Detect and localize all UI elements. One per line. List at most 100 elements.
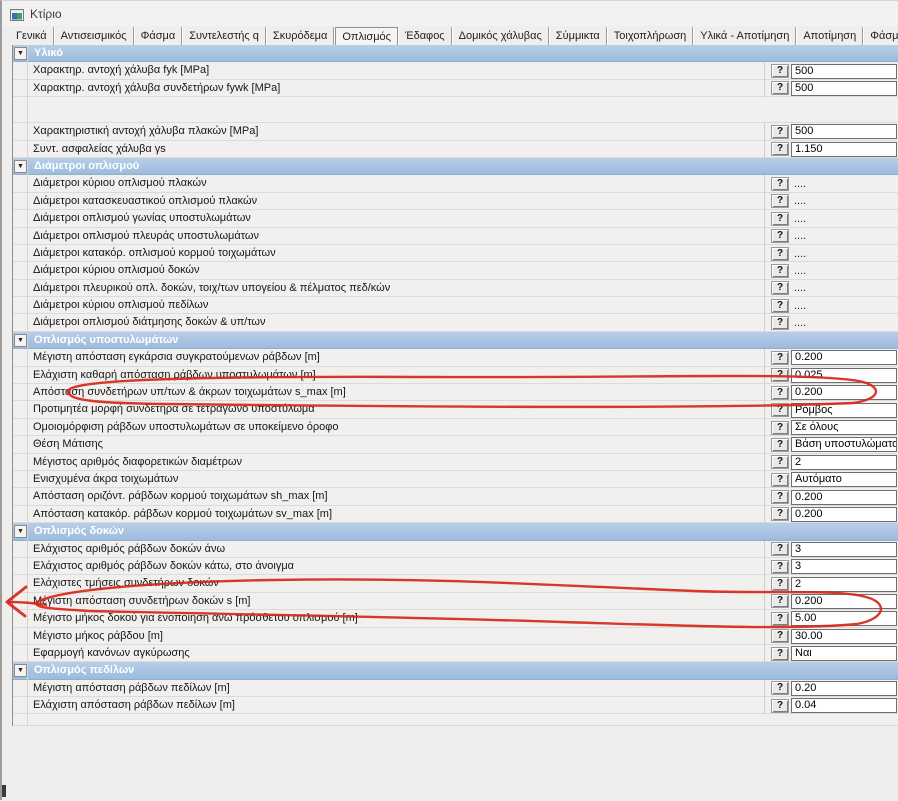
help-button[interactable]: ?	[771, 681, 789, 695]
value-input[interactable]: Ρόμβος	[791, 403, 897, 418]
value-input[interactable]: 5.00	[791, 611, 897, 626]
help-button[interactable]: ?	[771, 194, 789, 208]
help-button[interactable]: ?	[771, 264, 789, 278]
value-text[interactable]: ....	[791, 265, 806, 277]
tab-13[interactable]: Φάσμα - Αποτίμηση	[864, 27, 898, 45]
value-text[interactable]: ....	[791, 248, 806, 260]
value-input[interactable]: 0.200	[791, 385, 897, 400]
tab-8[interactable]: Δομικός χάλυβας	[453, 27, 549, 45]
value-input[interactable]: Αυτόματο	[791, 472, 897, 487]
grid-row: Μέγιστος αριθμός διαφορετικών διαμέτρων?…	[13, 454, 898, 471]
help-button[interactable]: ?	[771, 403, 789, 417]
tab-3[interactable]: Φάσμα	[135, 27, 183, 45]
row-selector	[13, 175, 28, 192]
value-input[interactable]: 0.200	[791, 350, 897, 365]
value-input[interactable]: 1.150	[791, 142, 897, 157]
collapse-icon[interactable]: ▼	[14, 525, 27, 538]
value-input[interactable]: 3	[791, 542, 897, 557]
help-button[interactable]: ?	[771, 473, 789, 487]
value-input[interactable]: 0.200	[791, 490, 897, 505]
value-input[interactable]: 0.200	[791, 507, 897, 522]
collapse-icon[interactable]: ▼	[14, 334, 27, 347]
help-button[interactable]: ?	[771, 577, 789, 591]
collapse-icon[interactable]: ▼	[14, 160, 27, 173]
row-selector	[13, 314, 28, 331]
help-button[interactable]: ?	[771, 386, 789, 400]
help-button[interactable]: ?	[771, 647, 789, 661]
value-input[interactable]: 0.200	[791, 594, 897, 609]
value-input[interactable]: Ναι	[791, 646, 897, 661]
row-label: Χαρακτηριστική αντοχή χάλυβα πλακών [MPa…	[28, 123, 765, 140]
help-button[interactable]: ?	[771, 438, 789, 452]
collapse-icon[interactable]: ▼	[14, 664, 27, 677]
help-button[interactable]: ?	[771, 455, 789, 469]
value-input[interactable]: 0.20	[791, 681, 897, 696]
row-selector	[13, 645, 28, 662]
value-input[interactable]: 0.04	[791, 698, 897, 713]
help-button[interactable]: ?	[771, 560, 789, 574]
value-cell: 2	[791, 575, 898, 592]
value-text[interactable]: ....	[791, 195, 806, 207]
help-button[interactable]: ?	[771, 629, 789, 643]
help-button[interactable]: ?	[771, 281, 789, 295]
value-text[interactable]: ....	[791, 230, 806, 242]
collapse-icon[interactable]: ▼	[14, 47, 27, 60]
help-button[interactable]: ?	[771, 142, 789, 156]
help-button[interactable]: ?	[771, 507, 789, 521]
help-button[interactable]: ?	[771, 612, 789, 626]
help-button[interactable]: ?	[771, 212, 789, 226]
value-input[interactable]: 500	[791, 64, 897, 79]
value-input[interactable]: 3	[791, 559, 897, 574]
help-button[interactable]: ?	[771, 64, 789, 78]
title-bar[interactable]: Κτίριο	[2, 1, 898, 26]
value-text[interactable]: ....	[791, 213, 806, 225]
tab-12[interactable]: Αποτίμηση	[797, 27, 863, 45]
section-collapse-cell: ▼	[13, 45, 28, 62]
tab-2[interactable]: Αντισεισμικός	[55, 27, 134, 45]
help-button[interactable]: ?	[771, 125, 789, 139]
tab-5[interactable]: Σκυρόδεμα	[267, 27, 334, 45]
tab-4[interactable]: Συντελεστής q	[183, 27, 266, 45]
row-label: Διάμετροι οπλισμού διάτμησης δοκών & υπ/…	[28, 314, 765, 331]
tab-11[interactable]: Υλικά - Αποτίμηση	[694, 27, 796, 45]
value-input[interactable]: Βάση υποστυλώματος	[791, 437, 897, 452]
value-input[interactable]: 2	[791, 455, 897, 470]
tab-10[interactable]: Τοιχοπλήρωση	[608, 27, 693, 45]
grid-row: Διάμετροι κύριου οπλισμού πλακών?....	[13, 175, 898, 192]
value-text[interactable]: ....	[791, 300, 806, 312]
tab-9[interactable]: Σύμμικτα	[550, 27, 607, 45]
help-button[interactable]: ?	[771, 316, 789, 330]
window-edge-mark	[2, 785, 6, 797]
help-button[interactable]: ?	[771, 542, 789, 556]
value-input[interactable]: 30.00	[791, 629, 897, 644]
value-input[interactable]: 500	[791, 81, 897, 96]
row-selector	[13, 401, 28, 418]
help-button[interactable]: ?	[771, 699, 789, 713]
value-input[interactable]: 2	[791, 577, 897, 592]
help-button[interactable]: ?	[771, 81, 789, 95]
grid-row: Ελάχιστες τμήσεις συνδετήρων δοκών?2	[13, 575, 898, 592]
row-selector	[13, 62, 28, 79]
tab-7[interactable]: Έδαφος	[399, 27, 452, 45]
value-text[interactable]: ....	[791, 282, 806, 294]
value-input[interactable]: 0.025	[791, 368, 897, 383]
tab-1[interactable]: Γενικά	[10, 27, 54, 45]
help-button[interactable]: ?	[771, 490, 789, 504]
window-title: Κτίριο	[30, 7, 62, 21]
value-text[interactable]: ....	[791, 317, 806, 329]
value-text[interactable]: ....	[791, 178, 806, 190]
help-button[interactable]: ?	[771, 177, 789, 191]
help-button[interactable]: ?	[771, 421, 789, 435]
help-button[interactable]: ?	[771, 351, 789, 365]
value-cell: ....	[791, 193, 898, 210]
help-button[interactable]: ?	[771, 229, 789, 243]
help-button[interactable]: ?	[771, 247, 789, 261]
value-cell: ....	[791, 262, 898, 279]
value-input[interactable]: 500	[791, 124, 897, 139]
tab-6-active[interactable]: Οπλισμός	[335, 27, 398, 45]
value-input[interactable]: Σε όλους	[791, 420, 897, 435]
help-button[interactable]: ?	[771, 594, 789, 608]
help-button[interactable]: ?	[771, 299, 789, 313]
section-title: Οπλισμός δοκών	[28, 523, 898, 540]
help-button[interactable]: ?	[771, 368, 789, 382]
